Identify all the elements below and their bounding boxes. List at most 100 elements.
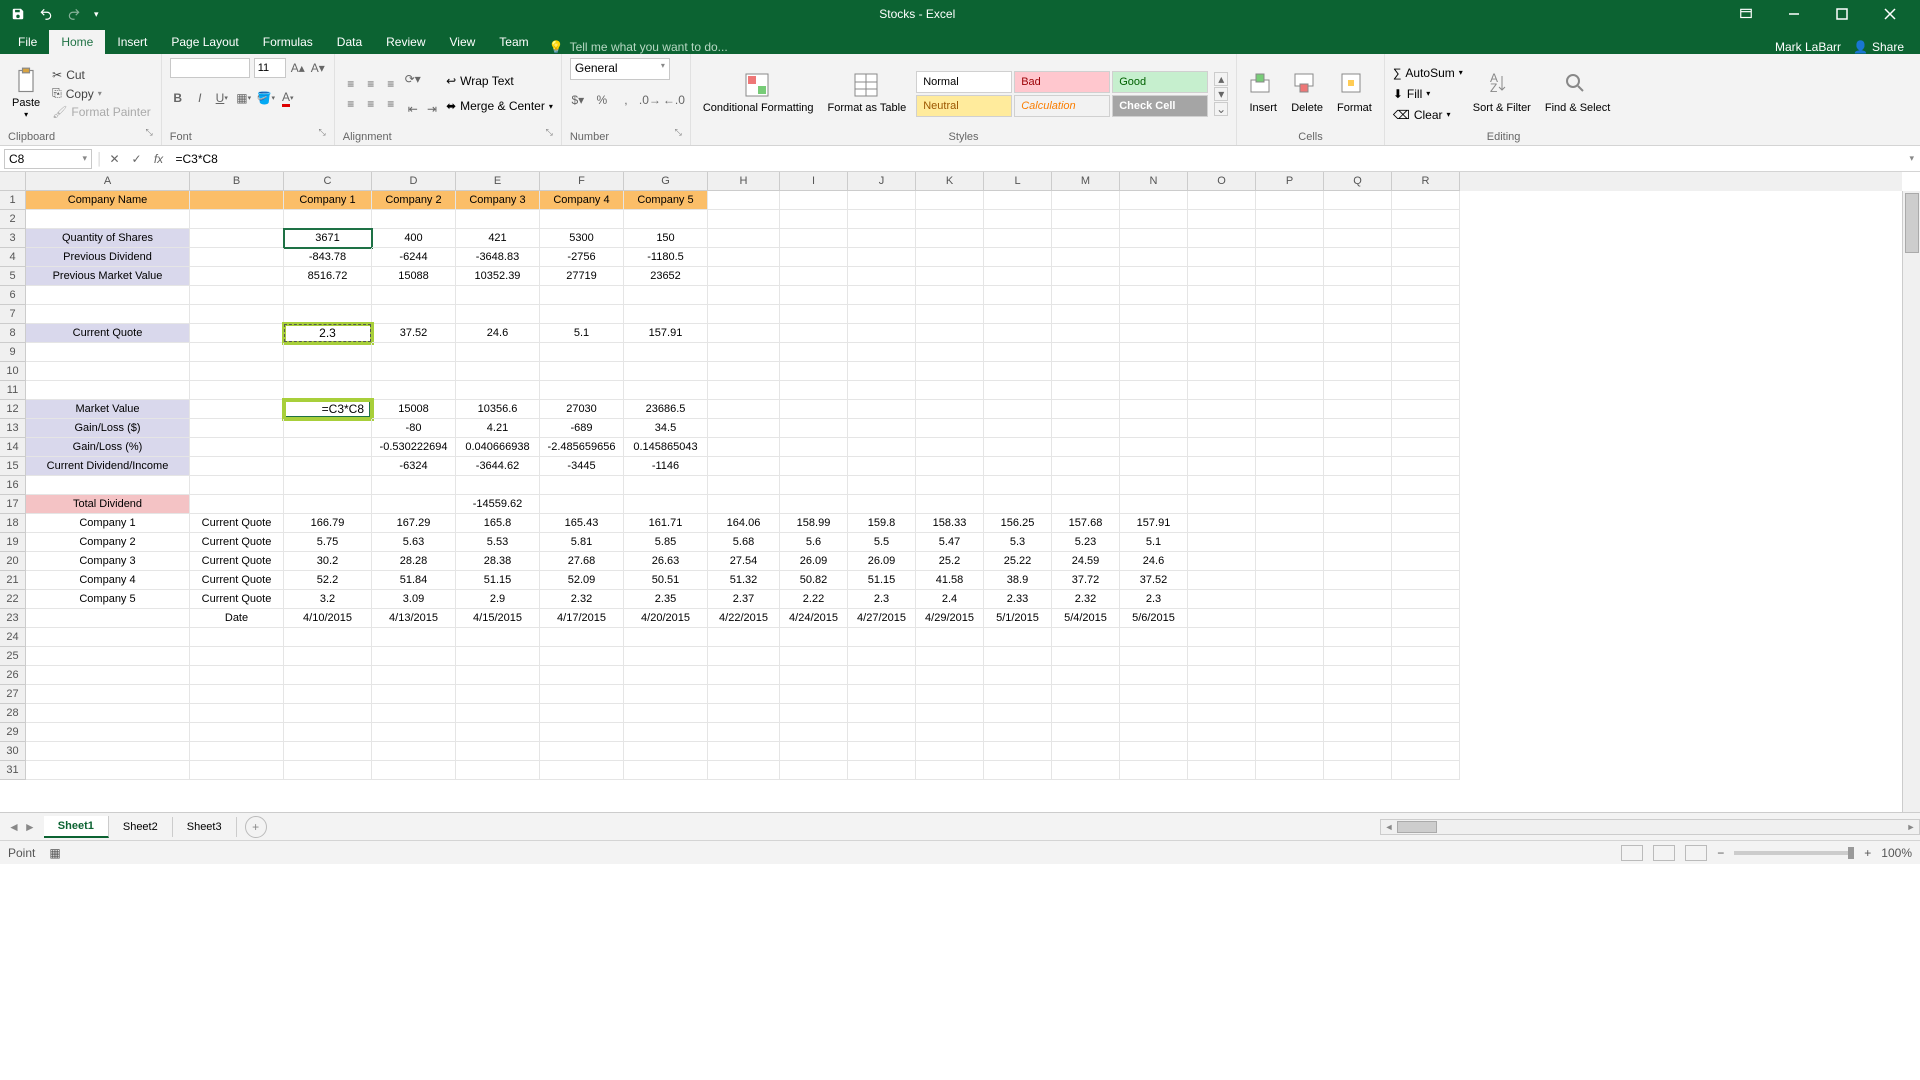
cell[interactable]: [1392, 628, 1460, 647]
cell[interactable]: [1052, 438, 1120, 457]
cell[interactable]: [1392, 723, 1460, 742]
cell[interactable]: 37.52: [1120, 571, 1188, 590]
cell[interactable]: [1256, 552, 1324, 571]
cell[interactable]: [848, 343, 916, 362]
cell[interactable]: [984, 267, 1052, 286]
cell[interactable]: [1188, 552, 1256, 571]
cell[interactable]: [1324, 438, 1392, 457]
cell[interactable]: 165.8: [456, 514, 540, 533]
share-button[interactable]: 👤 Share: [1853, 40, 1904, 54]
cell[interactable]: 28.28: [372, 552, 456, 571]
cell[interactable]: [624, 495, 708, 514]
cell[interactable]: [624, 666, 708, 685]
cell[interactable]: [1392, 210, 1460, 229]
cell[interactable]: [708, 628, 780, 647]
row-header[interactable]: 28: [0, 704, 26, 723]
column-header[interactable]: H: [708, 172, 780, 191]
cell[interactable]: -3644.62: [456, 457, 540, 476]
cell[interactable]: [916, 324, 984, 343]
cell[interactable]: [1120, 704, 1188, 723]
cell[interactable]: [984, 438, 1052, 457]
comma-format-icon[interactable]: ,: [618, 92, 634, 108]
cell[interactable]: [456, 210, 540, 229]
cell[interactable]: 4.21: [456, 419, 540, 438]
cell[interactable]: [1392, 685, 1460, 704]
cell[interactable]: Gain/Loss (%): [26, 438, 190, 457]
cell[interactable]: 4/17/2015: [540, 609, 624, 628]
page-break-view-icon[interactable]: [1685, 845, 1707, 861]
cell[interactable]: 2.32: [1052, 590, 1120, 609]
cell[interactable]: [848, 704, 916, 723]
row-header[interactable]: 5: [0, 267, 26, 286]
cell[interactable]: 2.32: [540, 590, 624, 609]
align-right-icon[interactable]: ≡: [383, 96, 399, 112]
cell[interactable]: [916, 305, 984, 324]
cell[interactable]: [284, 419, 372, 438]
cell[interactable]: [708, 362, 780, 381]
cell[interactable]: 5.1: [1120, 533, 1188, 552]
row-header[interactable]: 14: [0, 438, 26, 457]
cell[interactable]: [916, 362, 984, 381]
cell[interactable]: [1256, 647, 1324, 666]
cell[interactable]: [1324, 381, 1392, 400]
cell[interactable]: [284, 761, 372, 780]
cell[interactable]: [780, 495, 848, 514]
cell[interactable]: [780, 457, 848, 476]
cell[interactable]: -80: [372, 419, 456, 438]
cell[interactable]: [984, 362, 1052, 381]
cell[interactable]: [1188, 704, 1256, 723]
cell[interactable]: [284, 476, 372, 495]
cell[interactable]: [1392, 590, 1460, 609]
cell[interactable]: [190, 476, 284, 495]
cell[interactable]: 26.63: [624, 552, 708, 571]
cell[interactable]: [1256, 210, 1324, 229]
cell[interactable]: [780, 704, 848, 723]
cell[interactable]: 5.6: [780, 533, 848, 552]
cell[interactable]: [1120, 305, 1188, 324]
cell[interactable]: [1052, 305, 1120, 324]
cell[interactable]: 5.47: [916, 533, 984, 552]
cell[interactable]: [1324, 362, 1392, 381]
cell[interactable]: [624, 286, 708, 305]
sheet-tab-2[interactable]: Sheet2: [109, 817, 173, 837]
cell[interactable]: [26, 723, 190, 742]
cell[interactable]: 5.53: [456, 533, 540, 552]
cell[interactable]: 157.91: [624, 324, 708, 343]
cell[interactable]: [848, 400, 916, 419]
cell[interactable]: [1392, 742, 1460, 761]
cell[interactable]: [1256, 590, 1324, 609]
cell[interactable]: [624, 362, 708, 381]
cell[interactable]: [1052, 476, 1120, 495]
cell[interactable]: [1120, 286, 1188, 305]
cell[interactable]: Date: [190, 609, 284, 628]
qat-customize-icon[interactable]: ▾: [94, 9, 99, 20]
cell[interactable]: [780, 438, 848, 457]
cell[interactable]: [190, 324, 284, 343]
cell[interactable]: [916, 248, 984, 267]
cell[interactable]: [284, 286, 372, 305]
row-header[interactable]: 8: [0, 324, 26, 343]
cell[interactable]: [26, 647, 190, 666]
cell[interactable]: [540, 742, 624, 761]
cell[interactable]: [372, 666, 456, 685]
cell[interactable]: [848, 191, 916, 210]
gallery-more-icon[interactable]: ⌄: [1214, 102, 1228, 116]
cell[interactable]: [1188, 628, 1256, 647]
cell[interactable]: [540, 305, 624, 324]
cell[interactable]: 157.91: [1120, 514, 1188, 533]
cell[interactable]: [190, 286, 284, 305]
cell[interactable]: [1392, 400, 1460, 419]
cell[interactable]: [284, 438, 372, 457]
cell[interactable]: [1188, 324, 1256, 343]
cell[interactable]: 5.75: [284, 533, 372, 552]
cell[interactable]: [1188, 495, 1256, 514]
cell[interactable]: [372, 704, 456, 723]
cell[interactable]: [708, 685, 780, 704]
cell[interactable]: [1256, 495, 1324, 514]
cell[interactable]: [284, 381, 372, 400]
cell[interactable]: [1120, 381, 1188, 400]
row-header[interactable]: 27: [0, 685, 26, 704]
cell[interactable]: [190, 742, 284, 761]
align-center-icon[interactable]: ≡: [363, 96, 379, 112]
cell[interactable]: [190, 248, 284, 267]
